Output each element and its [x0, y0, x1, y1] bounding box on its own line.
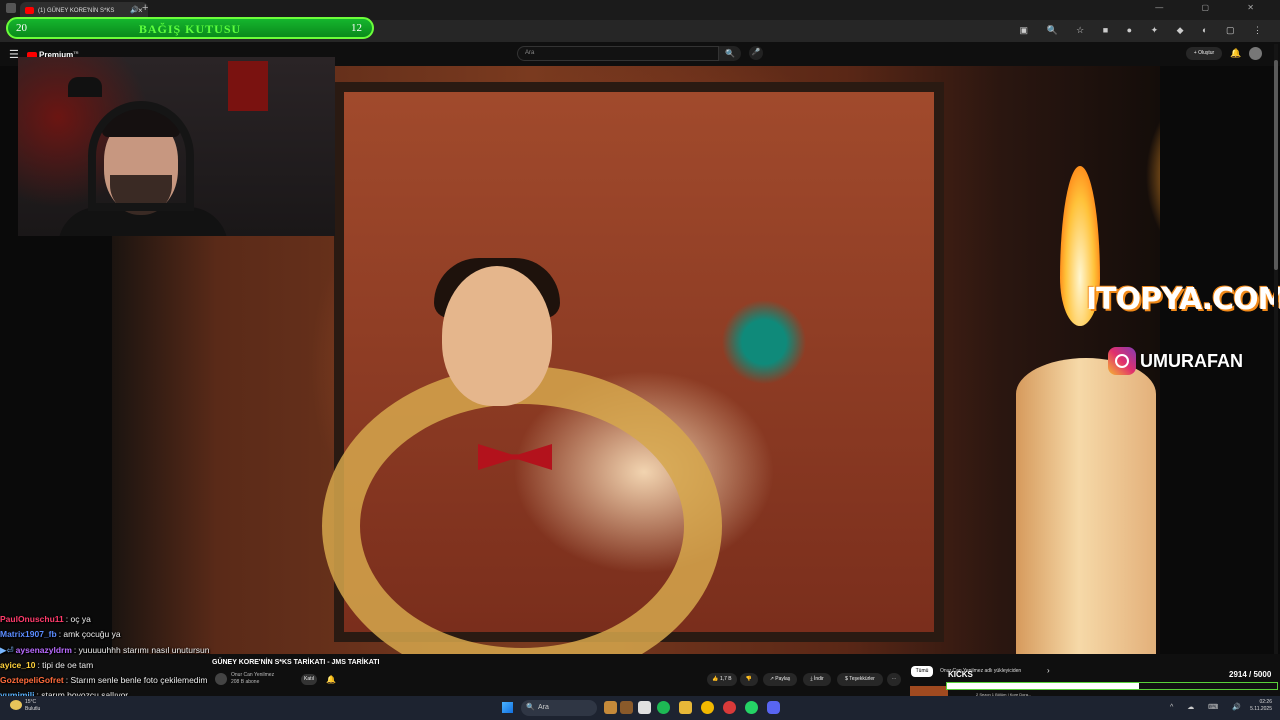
lamp: [68, 77, 102, 97]
task-view-icon[interactable]: [638, 701, 651, 714]
like-button[interactable]: 👍 1,7 B: [707, 673, 737, 686]
chat-message: ▶⏎ aysenazyldrm: yuuuuuhhh starımı nasıl …: [0, 643, 318, 658]
donation-right-value: 12: [351, 22, 362, 34]
notification-bell-icon[interactable]: 🔔: [1230, 48, 1241, 59]
system-tray[interactable]: ^ ☁ ⌨ 🔊: [1170, 703, 1247, 711]
chat-username[interactable]: PaulOnuschu11: [0, 614, 64, 624]
chat-message: Matrix1907_fb: amk çocuğu ya: [0, 627, 318, 642]
windows-start-icon[interactable]: [502, 702, 513, 713]
weather-condition: Bulutlu: [25, 706, 41, 712]
microphone-icon[interactable]: 🎤: [749, 46, 763, 60]
tab-menu-icon[interactable]: [6, 3, 16, 13]
chat-message: GoztepeliGofret: Starım senle benle foto…: [0, 673, 318, 688]
dislike-button[interactable]: 👎: [740, 673, 758, 686]
spotify-icon[interactable]: [657, 701, 670, 714]
discord-icon[interactable]: [767, 701, 780, 714]
recommendation-thumbnail[interactable]: [910, 686, 948, 696]
window-controls[interactable]: — ▢ ✕: [1155, 3, 1272, 12]
chat-message: ayice_10: tipi de oe tam: [0, 658, 318, 673]
page-scrollbar-thumb[interactable]: [1274, 60, 1278, 270]
taskbar-app-icon[interactable]: [620, 701, 633, 714]
whatsapp-icon[interactable]: [745, 701, 758, 714]
chip-all[interactable]: Tümü: [911, 666, 933, 677]
youtube-region: TR: [73, 50, 79, 55]
chat-username[interactable]: ayice_10: [0, 660, 35, 670]
more-actions-button[interactable]: ⋯: [887, 673, 901, 686]
search-input[interactable]: Ara: [517, 46, 719, 61]
app-icon[interactable]: [723, 701, 736, 714]
donation-box: 20 BAĞIŞ KUTUSU 12: [6, 17, 374, 39]
kicks-goal-fill: [947, 683, 1140, 689]
subscribe-bell-icon[interactable]: 🔔: [326, 675, 336, 684]
chat-username[interactable]: aysenazyldrm: [16, 645, 72, 655]
donation-title: BAĞIŞ KUTUSU: [138, 22, 242, 36]
sponsor-logo: ITOPYA.COM: [1086, 282, 1280, 317]
instagram-icon: [1108, 347, 1136, 375]
chat-overlay: PaulOnuschu11: oç ya Matrix1907_fb: amk ç…: [0, 612, 318, 704]
flag: [228, 61, 268, 111]
chat-text: : Starım senle benle foto çekilemedim: [65, 675, 208, 686]
taskbar-search-label: Ara: [538, 704, 549, 711]
kicks-goal-label: KICKS: [948, 670, 973, 679]
weather-icon[interactable]: [10, 700, 22, 710]
man-face: [442, 266, 552, 406]
instagram-handle: UMURAFAN: [1140, 351, 1243, 371]
chat-text: : amk çocuğu ya: [58, 629, 121, 640]
create-button[interactable]: + Oluştur: [1186, 47, 1222, 60]
chat-username[interactable]: GoztepeliGofret: [0, 675, 64, 685]
chat-username[interactable]: Matrix1907_fb: [0, 629, 57, 639]
clock-date: 5.11.2025: [1250, 706, 1272, 712]
chat-text: : tipi de oe tam: [37, 659, 94, 670]
headset: [88, 101, 194, 211]
kicks-goal-count: 2914 / 5000: [1229, 670, 1272, 679]
taskbar-app-icon[interactable]: [604, 701, 617, 714]
temperature: 15°C: [25, 699, 37, 705]
chat-text: : oç ya: [65, 614, 91, 624]
taskbar-clock[interactable]: 02:26 5.11.2025: [1244, 699, 1272, 713]
chat-badge-icon: ▶⏎: [0, 644, 14, 655]
download-button[interactable]: ⤓ İndir: [803, 673, 831, 686]
share-button[interactable]: ↗ Paylaş: [763, 673, 797, 686]
file-explorer-icon[interactable]: [679, 701, 692, 714]
extension-icons[interactable]: ▣ 🔍 ☆ ■ ● ✦ ◆ ◐ ▢ ⋮: [1019, 25, 1270, 36]
youtube-favicon-icon: [25, 7, 34, 14]
candle: [1016, 358, 1156, 654]
new-tab-button[interactable]: +: [142, 2, 148, 14]
chat-text: : yuuuuuhhh starımı nasıl unutursun: [73, 644, 210, 655]
avatar[interactable]: [1249, 47, 1262, 60]
search-icon[interactable]: 🔍: [719, 46, 741, 61]
chat-message: PaulOnuschu11: oç ya: [0, 612, 318, 627]
weather-widget[interactable]: 15°C Bulutlu: [25, 699, 40, 713]
chevron-right-icon[interactable]: ›: [1047, 666, 1050, 675]
webcam-overlay: [18, 57, 335, 236]
chrome-icon[interactable]: [701, 701, 714, 714]
thanks-button[interactable]: $ Teşekkürler: [837, 673, 883, 686]
taskbar-search-icon: 🔍: [526, 704, 535, 711]
clock-time: 02:26: [1259, 699, 1272, 705]
taskbar-search[interactable]: 🔍 Ara: [521, 700, 597, 716]
kicks-goal-progress: [946, 682, 1278, 690]
